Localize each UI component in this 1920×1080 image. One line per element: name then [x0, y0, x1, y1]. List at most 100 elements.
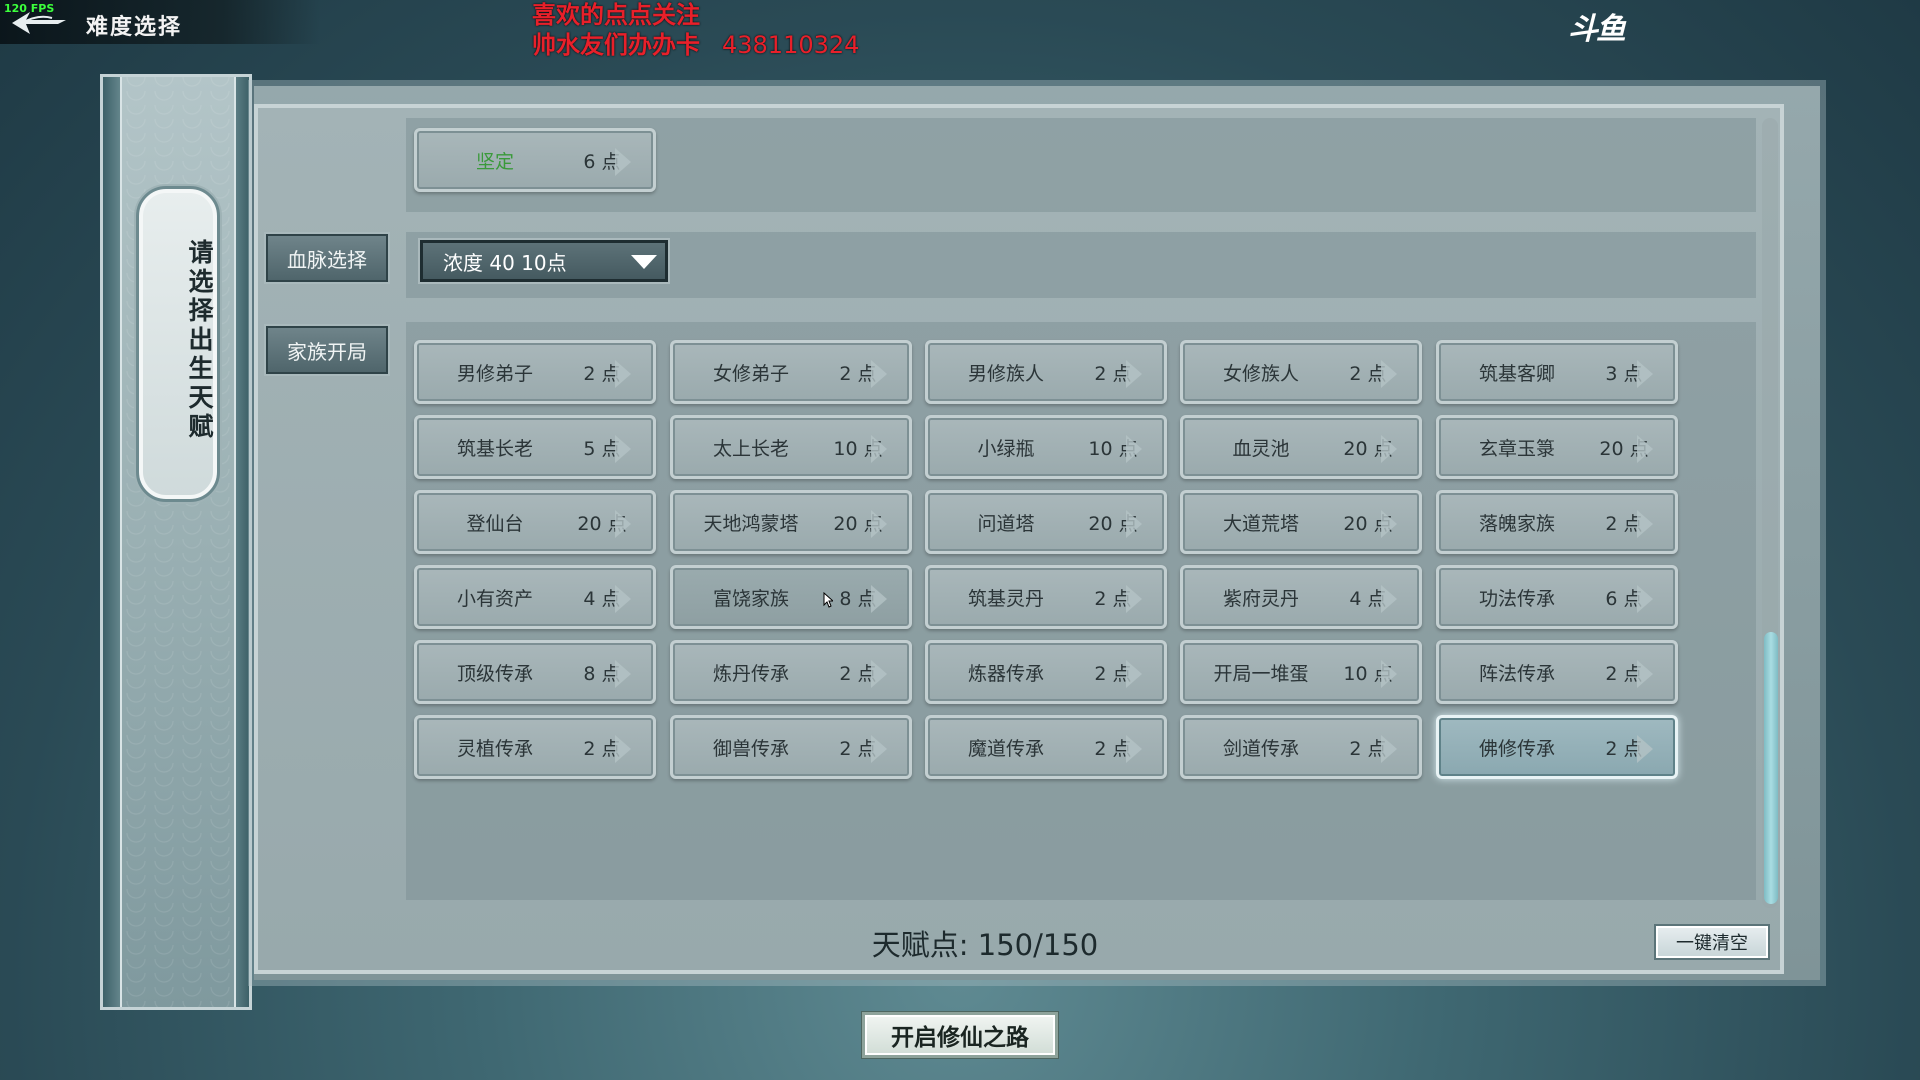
talent-cost: 5 点 [583, 437, 621, 460]
douyu-logo: 斗鱼 [1568, 12, 1626, 47]
arrow-icon [615, 148, 631, 176]
talent-name: 大道荒塔 [1222, 512, 1299, 535]
talent-name: 男修弟子 [456, 362, 533, 385]
talent-cost: 2 点 [1605, 512, 1643, 535]
talent-cost: 2 点 [583, 737, 621, 760]
family-start-label[interactable]: 家族开局 [266, 326, 388, 374]
talent-cost: 2 点 [839, 362, 877, 385]
arrow-icon [1126, 360, 1142, 388]
talent-item[interactable]: 御兽传承 2 点 [670, 715, 912, 779]
talent-name: 小绿瓶 [977, 437, 1035, 460]
talent-cost: 20 点 [1088, 512, 1138, 535]
talent-name: 御兽传承 [712, 737, 789, 760]
talent-name: 小有资产 [456, 587, 533, 610]
talent-item[interactable]: 血灵池 20 点 [1180, 415, 1422, 479]
talent-name: 血灵池 [1232, 437, 1290, 460]
talent-item[interactable]: 女修弟子 2 点 [670, 340, 912, 404]
talent-name: 剑道传承 [1222, 737, 1299, 760]
arrow-icon [1637, 585, 1653, 613]
talent-item[interactable]: 男修族人 2 点 [925, 340, 1167, 404]
talent-item[interactable]: 开局一堆蛋 10 点 [1180, 640, 1422, 704]
talent-cost: 2 点 [1094, 587, 1132, 610]
talent-item[interactable]: 筑基灵丹 2 点 [925, 565, 1167, 629]
talent-name: 筑基客卿 [1478, 362, 1555, 385]
talent-cost: 10 点 [833, 437, 883, 460]
bloodline-label[interactable]: 血脉选择 [266, 234, 388, 282]
talent-name: 筑基灵丹 [967, 587, 1044, 610]
start-journey-button[interactable]: 开启修仙之路 [862, 1012, 1058, 1058]
talent-name: 太上长老 [712, 437, 789, 460]
stream-line-2: 帅水友们办办卡 438110324 [532, 31, 860, 59]
talent-name: 天地鸿蒙塔 [703, 512, 799, 535]
talent-item[interactable]: 紫府灵丹 4 点 [1180, 565, 1422, 629]
talent-item[interactable]: 大道荒塔 20 点 [1180, 490, 1422, 554]
talent-cost: 4 点 [583, 587, 621, 610]
talent-cost: 20 点 [1599, 437, 1649, 460]
talent-item[interactable]: 男修弟子 2 点 [414, 340, 656, 404]
talent-name: 落魄家族 [1478, 512, 1555, 535]
talent-name: 问道塔 [977, 512, 1035, 535]
talent-item[interactable]: 女修族人 2 点 [1180, 340, 1422, 404]
talent-item[interactable]: 顶级传承 8 点 [414, 640, 656, 704]
talent-item[interactable]: 问道塔 20 点 [925, 490, 1167, 554]
arrow-icon [1381, 585, 1397, 613]
arrow-icon [1637, 735, 1653, 763]
arrow-icon [871, 585, 887, 613]
clear-all-button[interactable]: 一键清空 [1654, 924, 1770, 960]
talent-cost: 2 点 [1605, 737, 1643, 760]
talent-name: 男修族人 [967, 362, 1044, 385]
talent-cost: 4 点 [1349, 587, 1387, 610]
talent-cost: 2 点 [1349, 362, 1387, 385]
talent-item[interactable]: 太上长老 10 点 [670, 415, 912, 479]
scrollbar-thumb[interactable] [1764, 632, 1778, 904]
talent-item[interactable]: 小有资产 4 点 [414, 565, 656, 629]
talent-item[interactable]: 富饶家族 8 点 [670, 565, 912, 629]
vertical-title-plaque: 请选择出生天赋 [136, 186, 220, 502]
talent-item[interactable]: 炼器传承 2 点 [925, 640, 1167, 704]
talent-item[interactable]: 筑基长老 5 点 [414, 415, 656, 479]
back-arrow-icon[interactable] [8, 8, 70, 38]
arrow-icon [871, 735, 887, 763]
arrow-icon [615, 585, 631, 613]
talent-item[interactable]: 小绿瓶 10 点 [925, 415, 1167, 479]
talent-item[interactable]: 天地鸿蒙塔 20 点 [670, 490, 912, 554]
talent-cost: 20 点 [833, 512, 883, 535]
talent-cost: 20 点 [577, 512, 627, 535]
arrow-icon [615, 510, 631, 538]
talent-item[interactable]: 玄章玉箓 20 点 [1436, 415, 1678, 479]
talent-item[interactable]: 炼丹传承 2 点 [670, 640, 912, 704]
talent-name: 富饶家族 [712, 587, 789, 610]
talent-item-jianding[interactable]: 坚定 6 点 [414, 128, 656, 192]
mouse-cursor-icon [823, 592, 833, 608]
arrow-icon [1126, 660, 1142, 688]
talent-cost: 20 点 [1343, 512, 1393, 535]
talent-item[interactable]: 魔道传承 2 点 [925, 715, 1167, 779]
talent-item[interactable]: 剑道传承 2 点 [1180, 715, 1422, 779]
vertical-title-text: 请选择出生天赋 [185, 239, 214, 442]
arrow-icon [1381, 735, 1397, 763]
talent-item[interactable]: 筑基客卿 3 点 [1436, 340, 1678, 404]
talent-cost: 10 点 [1088, 437, 1138, 460]
talent-cost: 2 点 [1094, 362, 1132, 385]
talent-name: 筑基长老 [456, 437, 533, 460]
arrow-icon [1126, 435, 1142, 463]
talent-name: 炼丹传承 [712, 662, 789, 685]
arrow-icon [1381, 360, 1397, 388]
stream-line-1: 喜欢的点点关注 [532, 1, 700, 29]
talent-item[interactable]: 落魄家族 2 点 [1436, 490, 1678, 554]
talent-cost: 2 点 [583, 362, 621, 385]
arrow-icon [1637, 510, 1653, 538]
arrow-icon [615, 735, 631, 763]
talent-item[interactable]: 功法传承 6 点 [1436, 565, 1678, 629]
talent-name: 佛修传承 [1478, 737, 1555, 760]
talent-name: 魔道传承 [967, 737, 1044, 760]
talent-item[interactable]: 登仙台 20 点 [414, 490, 656, 554]
talent-item[interactable]: 佛修传承 2 点 [1436, 715, 1678, 779]
bloodline-dropdown[interactable]: 浓度 40 10点 [420, 240, 668, 282]
talent-name: 灵植传承 [456, 737, 533, 760]
talent-item[interactable]: 灵植传承 2 点 [414, 715, 656, 779]
stream-overlay-text: 喜欢的点点关注 帅水友们办办卡 438110324 [532, 0, 859, 60]
arrow-icon [1126, 735, 1142, 763]
talent-item[interactable]: 阵法传承 2 点 [1436, 640, 1678, 704]
talent-name: 阵法传承 [1478, 662, 1555, 685]
